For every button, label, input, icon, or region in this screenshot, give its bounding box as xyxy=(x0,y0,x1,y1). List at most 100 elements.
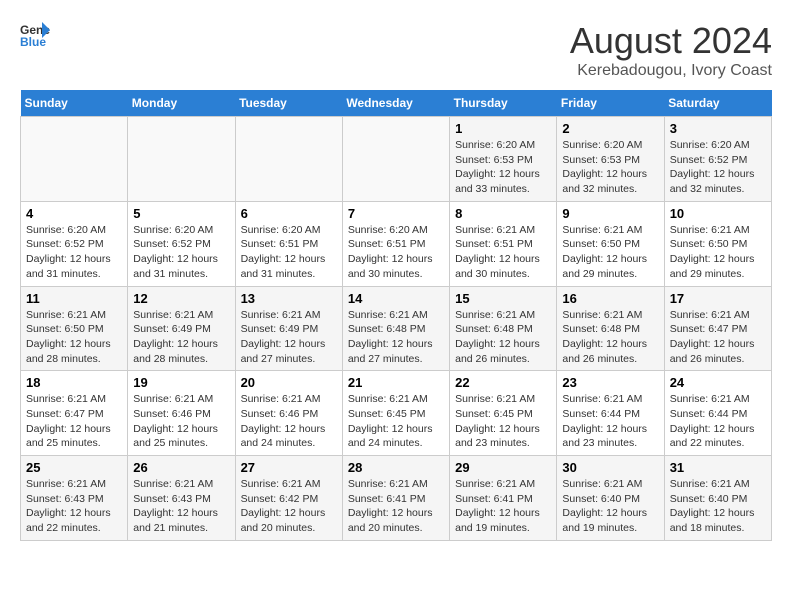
day-number: 29 xyxy=(455,460,551,475)
day-info: Sunrise: 6:20 AM Sunset: 6:52 PM Dayligh… xyxy=(133,223,229,282)
day-number: 13 xyxy=(241,291,337,306)
day-cell: 28Sunrise: 6:21 AM Sunset: 6:41 PM Dayli… xyxy=(342,456,449,541)
day-info: Sunrise: 6:21 AM Sunset: 6:49 PM Dayligh… xyxy=(241,308,337,367)
day-number: 22 xyxy=(455,375,551,390)
day-info: Sunrise: 6:21 AM Sunset: 6:46 PM Dayligh… xyxy=(241,392,337,451)
day-number: 1 xyxy=(455,121,551,136)
day-cell: 18Sunrise: 6:21 AM Sunset: 6:47 PM Dayli… xyxy=(21,371,128,456)
day-header-thursday: Thursday xyxy=(450,90,557,117)
main-title: August 2024 xyxy=(570,20,772,62)
day-info: Sunrise: 6:21 AM Sunset: 6:50 PM Dayligh… xyxy=(670,223,766,282)
day-info: Sunrise: 6:20 AM Sunset: 6:51 PM Dayligh… xyxy=(241,223,337,282)
subtitle: Kerebadougou, Ivory Coast xyxy=(570,62,772,80)
day-info: Sunrise: 6:21 AM Sunset: 6:44 PM Dayligh… xyxy=(562,392,658,451)
day-cell: 5 Sunrise: 6:20 AM Sunset: 6:52 PM Daylig… xyxy=(128,201,235,286)
day-info: Sunrise: 6:21 AM Sunset: 6:48 PM Dayligh… xyxy=(348,308,444,367)
day-cell: 1 Sunrise: 6:20 AM Sunset: 6:53 PM Daylig… xyxy=(450,117,557,202)
week-row-5: 25 Sunrise: 6:21 AM Sunset: 6:43 PM Dayli… xyxy=(21,456,772,541)
week-row-1: 1 Sunrise: 6:20 AM Sunset: 6:53 PM Daylig… xyxy=(21,117,772,202)
day-header-sunday: Sunday xyxy=(21,90,128,117)
day-info: Sunrise: 6:21 AM Sunset: 6:41 PM Dayligh… xyxy=(455,477,551,536)
day-cell: 30 Sunrise: 6:21 AM Sunset: 6:40 PM Dayli… xyxy=(557,456,664,541)
day-info: Sunrise: 6:21 AM Sunset: 6:45 PM Dayligh… xyxy=(348,392,444,451)
day-number: 11 xyxy=(26,291,122,306)
day-cell xyxy=(21,117,128,202)
day-info: Sunrise: 6:21 AM Sunset: 6:42 PM Dayligh… xyxy=(241,477,337,536)
day-cell xyxy=(128,117,235,202)
day-info: Sunrise: 6:21 AM Sunset: 6:46 PM Dayligh… xyxy=(133,392,229,451)
day-cell: 26Sunrise: 6:21 AM Sunset: 6:43 PM Dayli… xyxy=(128,456,235,541)
day-number: 7 xyxy=(348,206,444,221)
logo: General Blue xyxy=(20,20,50,50)
day-cell: 27 Sunrise: 6:21 AM Sunset: 6:42 PM Dayli… xyxy=(235,456,342,541)
day-header-friday: Friday xyxy=(557,90,664,117)
day-cell: 15 Sunrise: 6:21 AM Sunset: 6:48 PM Dayli… xyxy=(450,286,557,371)
day-cell: 17 Sunrise: 6:21 AM Sunset: 6:47 PM Dayli… xyxy=(664,286,771,371)
day-info: Sunrise: 6:21 AM Sunset: 6:47 PM Dayligh… xyxy=(26,392,122,451)
page-header: General Blue August 2024 Kerebadougou, I… xyxy=(20,20,772,80)
day-cell: 20 Sunrise: 6:21 AM Sunset: 6:46 PM Dayli… xyxy=(235,371,342,456)
day-cell: 23 Sunrise: 6:21 AM Sunset: 6:44 PM Dayli… xyxy=(557,371,664,456)
day-number: 6 xyxy=(241,206,337,221)
day-info: Sunrise: 6:21 AM Sunset: 6:50 PM Dayligh… xyxy=(26,308,122,367)
day-number: 10 xyxy=(670,206,766,221)
day-number: 24 xyxy=(670,375,766,390)
day-info: Sunrise: 6:21 AM Sunset: 6:40 PM Dayligh… xyxy=(562,477,658,536)
day-number: 5 xyxy=(133,206,229,221)
day-cell: 10 Sunrise: 6:21 AM Sunset: 6:50 PM Dayli… xyxy=(664,201,771,286)
day-number: 27 xyxy=(241,460,337,475)
day-header-saturday: Saturday xyxy=(664,90,771,117)
day-cell: 14 Sunrise: 6:21 AM Sunset: 6:48 PM Dayli… xyxy=(342,286,449,371)
calendar-header: SundayMondayTuesdayWednesdayThursdayFrid… xyxy=(21,90,772,117)
title-block: August 2024 Kerebadougou, Ivory Coast xyxy=(570,20,772,80)
day-info: Sunrise: 6:20 AM Sunset: 6:53 PM Dayligh… xyxy=(455,138,551,197)
week-row-4: 18Sunrise: 6:21 AM Sunset: 6:47 PM Dayli… xyxy=(21,371,772,456)
day-number: 19 xyxy=(133,375,229,390)
day-cell: 9Sunrise: 6:21 AM Sunset: 6:50 PM Daylig… xyxy=(557,201,664,286)
day-info: Sunrise: 6:20 AM Sunset: 6:53 PM Dayligh… xyxy=(562,138,658,197)
day-number: 21 xyxy=(348,375,444,390)
day-info: Sunrise: 6:21 AM Sunset: 6:45 PM Dayligh… xyxy=(455,392,551,451)
day-cell: 3 Sunrise: 6:20 AM Sunset: 6:52 PM Daylig… xyxy=(664,117,771,202)
day-number: 3 xyxy=(670,121,766,136)
week-row-2: 4 Sunrise: 6:20 AM Sunset: 6:52 PM Daylig… xyxy=(21,201,772,286)
day-number: 2 xyxy=(562,121,658,136)
day-cell: 8 Sunrise: 6:21 AM Sunset: 6:51 PM Daylig… xyxy=(450,201,557,286)
day-cell: 24 Sunrise: 6:21 AM Sunset: 6:44 PM Dayli… xyxy=(664,371,771,456)
day-info: Sunrise: 6:21 AM Sunset: 6:43 PM Dayligh… xyxy=(26,477,122,536)
day-number: 9 xyxy=(562,206,658,221)
day-cell: 16Sunrise: 6:21 AM Sunset: 6:48 PM Dayli… xyxy=(557,286,664,371)
day-number: 8 xyxy=(455,206,551,221)
day-number: 25 xyxy=(26,460,122,475)
day-info: Sunrise: 6:21 AM Sunset: 6:40 PM Dayligh… xyxy=(670,477,766,536)
day-info: Sunrise: 6:21 AM Sunset: 6:49 PM Dayligh… xyxy=(133,308,229,367)
day-number: 20 xyxy=(241,375,337,390)
day-info: Sunrise: 6:21 AM Sunset: 6:48 PM Dayligh… xyxy=(455,308,551,367)
day-info: Sunrise: 6:21 AM Sunset: 6:44 PM Dayligh… xyxy=(670,392,766,451)
day-header-wednesday: Wednesday xyxy=(342,90,449,117)
day-info: Sunrise: 6:21 AM Sunset: 6:51 PM Dayligh… xyxy=(455,223,551,282)
day-number: 4 xyxy=(26,206,122,221)
day-number: 17 xyxy=(670,291,766,306)
day-info: Sunrise: 6:20 AM Sunset: 6:52 PM Dayligh… xyxy=(670,138,766,197)
day-number: 28 xyxy=(348,460,444,475)
day-cell: 22 Sunrise: 6:21 AM Sunset: 6:45 PM Dayli… xyxy=(450,371,557,456)
day-info: Sunrise: 6:21 AM Sunset: 6:47 PM Dayligh… xyxy=(670,308,766,367)
calendar-body: 1 Sunrise: 6:20 AM Sunset: 6:53 PM Daylig… xyxy=(21,117,772,541)
day-cell: 6 Sunrise: 6:20 AM Sunset: 6:51 PM Daylig… xyxy=(235,201,342,286)
day-number: 23 xyxy=(562,375,658,390)
day-number: 14 xyxy=(348,291,444,306)
day-number: 30 xyxy=(562,460,658,475)
day-cell: 19 Sunrise: 6:21 AM Sunset: 6:46 PM Dayli… xyxy=(128,371,235,456)
day-header-monday: Monday xyxy=(128,90,235,117)
day-number: 31 xyxy=(670,460,766,475)
day-header-tuesday: Tuesday xyxy=(235,90,342,117)
day-info: Sunrise: 6:20 AM Sunset: 6:52 PM Dayligh… xyxy=(26,223,122,282)
day-number: 15 xyxy=(455,291,551,306)
day-info: Sunrise: 6:20 AM Sunset: 6:51 PM Dayligh… xyxy=(348,223,444,282)
logo-icon: General Blue xyxy=(20,20,50,50)
day-cell xyxy=(342,117,449,202)
day-info: Sunrise: 6:21 AM Sunset: 6:43 PM Dayligh… xyxy=(133,477,229,536)
week-row-3: 11 Sunrise: 6:21 AM Sunset: 6:50 PM Dayli… xyxy=(21,286,772,371)
day-cell xyxy=(235,117,342,202)
